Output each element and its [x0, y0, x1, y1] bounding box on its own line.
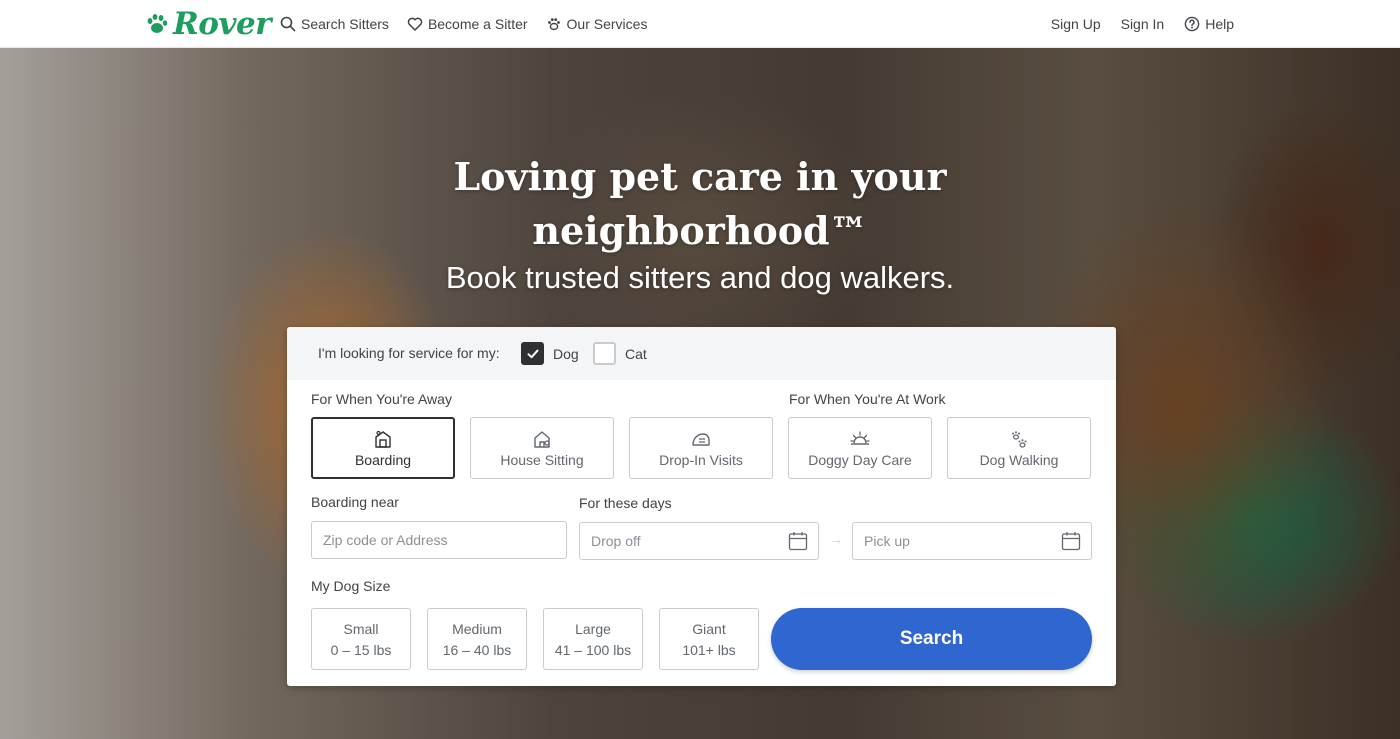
- checkbox-label: Cat: [625, 345, 647, 362]
- help-icon: [1184, 16, 1200, 32]
- pick-up-input[interactable]: [862, 532, 1060, 550]
- size-giant[interactable]: Giant 101+ lbs: [659, 608, 759, 670]
- service-label: Doggy Day Care: [808, 452, 912, 468]
- calendar-icon[interactable]: [1060, 530, 1082, 552]
- rover-logo[interactable]: Rover: [145, 6, 272, 42]
- service-label: House Sitting: [500, 452, 584, 468]
- size-range: 41 – 100 lbs: [554, 641, 632, 658]
- service-doggy-day-care[interactable]: Doggy Day Care: [788, 417, 932, 479]
- service-label: Boarding: [354, 452, 412, 468]
- work-section-label: For When You're At Work: [789, 391, 946, 407]
- paw-logo-icon: [147, 14, 168, 33]
- date-range-arrow-icon: →: [829, 531, 843, 547]
- paw-prints-icon: [1012, 431, 1027, 448]
- drop-in-icon: [692, 433, 710, 446]
- dog-checkbox[interactable]: Dog: [521, 342, 579, 365]
- sign-up-link[interactable]: Sign Up: [1051, 16, 1101, 32]
- pick-up-field[interactable]: [852, 522, 1092, 560]
- size-medium[interactable]: Medium 16 – 40 lbs: [427, 608, 527, 670]
- paw-icon: [547, 18, 560, 31]
- service-label: Drop-In Visits: [659, 452, 743, 468]
- calendar-icon[interactable]: [787, 530, 809, 552]
- search-button[interactable]: Search: [771, 608, 1092, 670]
- nav-label: Sign In: [1120, 16, 1165, 32]
- size-large[interactable]: Large 41 – 100 lbs: [543, 608, 643, 670]
- nav-label: Become a Sitter: [427, 16, 528, 32]
- service-dog-walking[interactable]: Dog Walking: [947, 417, 1091, 479]
- size-name: Medium: [452, 620, 502, 637]
- pet-type-bar: I'm looking for service for my: Dog Cat: [287, 327, 1116, 380]
- checkbox-unchecked[interactable]: [593, 342, 616, 365]
- cat-checkbox[interactable]: Cat: [593, 342, 647, 365]
- size-name: Small: [343, 620, 379, 637]
- service-boarding[interactable]: Boarding: [311, 417, 455, 479]
- checkbox-label: Dog: [553, 345, 579, 362]
- size-range: 16 – 40 lbs: [442, 641, 512, 658]
- hero-title: Loving pet care in your neighborhood™: [0, 150, 1400, 258]
- dog-size-label: My Dog Size: [311, 578, 391, 594]
- brand-name: Rover: [173, 6, 272, 42]
- checkbox-checked[interactable]: [521, 342, 544, 365]
- address-field[interactable]: [311, 521, 567, 559]
- drop-off-field[interactable]: [579, 522, 819, 560]
- checkmark-icon: [527, 349, 538, 358]
- boarding-icon: [375, 430, 391, 448]
- service-label: Dog Walking: [979, 452, 1059, 468]
- nav-become-sitter[interactable]: Become a Sitter: [407, 16, 528, 32]
- help-link[interactable]: Help: [1184, 16, 1234, 32]
- size-small[interactable]: Small 0 – 15 lbs: [311, 608, 411, 670]
- nav-label: Help: [1205, 16, 1234, 32]
- nav-search-sitters[interactable]: Search Sitters: [280, 16, 389, 32]
- address-input[interactable]: [321, 531, 557, 549]
- pet-type-label: I'm looking for service for my:: [318, 345, 500, 361]
- size-range: 0 – 15 lbs: [330, 641, 392, 658]
- heart-icon: [407, 17, 423, 31]
- size-name: Large: [575, 620, 611, 637]
- hero-title-line-2: neighborhood™: [532, 208, 868, 253]
- size-range: 101+ lbs: [682, 641, 736, 658]
- away-section-label: For When You're Away: [311, 391, 452, 407]
- drop-off-input[interactable]: [589, 532, 787, 550]
- hero-title-line-1: Loving pet care in your: [453, 154, 947, 199]
- top-navbar: Rover Search Sitters Become a Sitter Our…: [0, 0, 1400, 48]
- search-form-card: I'm looking for service for my: Dog Cat …: [287, 327, 1116, 686]
- service-house-sitting[interactable]: House Sitting: [470, 417, 614, 479]
- nav-our-services[interactable]: Our Services: [546, 16, 648, 32]
- hero-subtitle: Book trusted sitters and dog walkers.: [445, 260, 955, 295]
- nav-label: Sign Up: [1050, 16, 1101, 32]
- boarding-near-label: Boarding near: [311, 494, 399, 510]
- service-drop-in-visits[interactable]: Drop-In Visits: [629, 417, 773, 479]
- search-icon: [280, 16, 296, 32]
- sign-in-link[interactable]: Sign In: [1121, 16, 1165, 32]
- house-icon: [534, 431, 550, 448]
- nav-label: Search Sitters: [301, 16, 389, 32]
- size-name: Giant: [692, 620, 726, 637]
- dates-label: For these days: [579, 495, 672, 511]
- sun-icon: [850, 431, 870, 445]
- nav-label: Our Services: [566, 16, 648, 32]
